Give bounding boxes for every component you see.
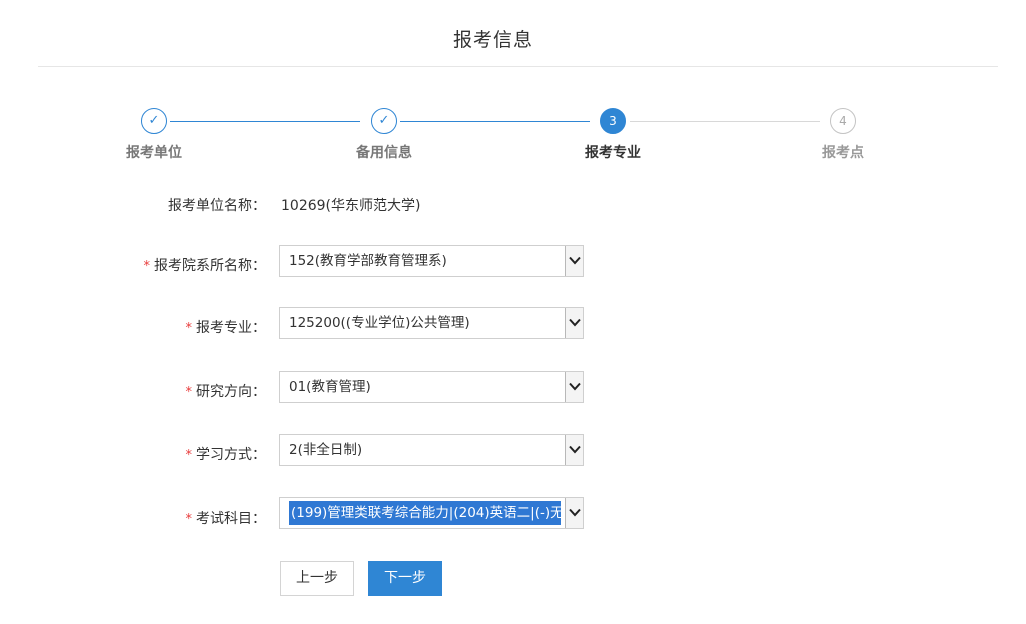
subjects-label-text: 考试科目：: [196, 511, 266, 527]
chevron-down-icon[interactable]: [565, 498, 583, 528]
step-2-check-icon: ✓: [371, 108, 397, 134]
required-mark: *: [143, 259, 151, 274]
step-connector-3: [630, 121, 820, 122]
chevron-down-icon[interactable]: [565, 308, 583, 338]
direction-select-value: 01(教育管理): [289, 379, 371, 395]
step-3-number: 3: [600, 108, 626, 134]
department-select[interactable]: 152(教育学部教育管理系): [279, 245, 584, 277]
subjects-select-value: (199)管理类联考综合能力|(204)英语二|(-)无: [289, 501, 561, 525]
major-label: * 报考专业：: [186, 317, 267, 337]
major-label-text: 报考专业：: [196, 320, 266, 336]
major-select-value: 125200((专业学位)公共管理): [289, 315, 470, 331]
study-mode-label-text: 学习方式：: [196, 447, 266, 463]
chevron-down-icon[interactable]: [565, 246, 583, 276]
step-1-check-icon: ✓: [141, 108, 167, 134]
required-mark: *: [185, 512, 193, 527]
major-select[interactable]: 125200((专业学位)公共管理): [279, 307, 584, 339]
department-label: * 报考院系所名称：: [144, 255, 267, 275]
required-mark: *: [185, 321, 193, 336]
prev-step-button[interactable]: 上一步: [280, 561, 354, 596]
unit-name-value: 10269(华东师范大学): [281, 198, 421, 214]
chevron-down-icon[interactable]: [565, 435, 583, 465]
subjects-select[interactable]: (199)管理类联考综合能力|(204)英语二|(-)无: [279, 497, 584, 529]
study-mode-label: * 学习方式：: [186, 444, 267, 464]
step-3-label: 报考专业: [585, 145, 641, 161]
study-mode-select-value: 2(非全日制): [289, 442, 363, 458]
department-select-value: 152(教育学部教育管理系): [289, 253, 447, 269]
required-mark: *: [185, 385, 193, 400]
step-4-label: 报考点: [822, 145, 864, 161]
required-mark: *: [185, 448, 193, 463]
step-4-number: 4: [830, 108, 856, 134]
step-1-label: 报考单位: [126, 145, 182, 161]
step-connector-1: [170, 121, 360, 122]
direction-label-text: 研究方向：: [196, 384, 266, 400]
unit-name-label: 报考单位名称：: [168, 198, 266, 214]
chevron-down-icon[interactable]: [565, 372, 583, 402]
study-mode-select[interactable]: 2(非全日制): [279, 434, 584, 466]
direction-select[interactable]: 01(教育管理): [279, 371, 584, 403]
next-step-button[interactable]: 下一步: [368, 561, 442, 596]
subjects-label: * 考试科目：: [186, 508, 267, 528]
step-connector-2: [400, 121, 590, 122]
direction-label: * 研究方向：: [186, 381, 267, 401]
department-label-text: 报考院系所名称：: [154, 258, 266, 274]
progress-steps: ✓ 报考单位 ✓ 备用信息 3 报考专业 4 报考点: [0, 0, 1026, 170]
step-2-label: 备用信息: [356, 145, 412, 161]
